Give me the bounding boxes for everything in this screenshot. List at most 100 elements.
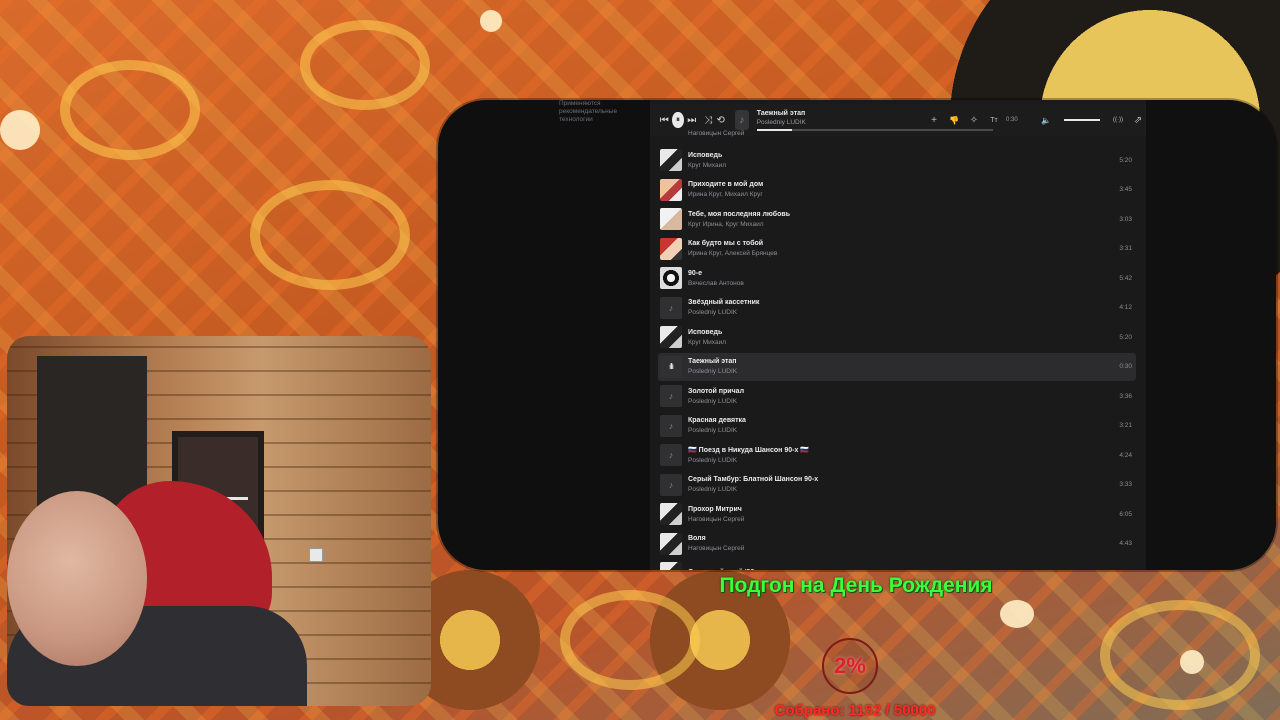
partial-track-artist: Наговицын Сергей (688, 130, 745, 137)
track-row[interactable]: Исповедь Круг Михаил 5:20 (658, 146, 1136, 174)
track-artist[interactable]: Posledniy LUDIK (688, 456, 1110, 465)
track-cover[interactable] (660, 237, 682, 260)
track-cover[interactable] (660, 178, 682, 201)
track-artist[interactable]: Ирина Круг, Михаил Круг (688, 190, 1110, 199)
track-row[interactable]: ıllı Таежный этап Posledniy LUDIK 0:30 (658, 352, 1136, 381)
track-cover[interactable] (660, 532, 682, 555)
track-duration: 4:24 (1119, 451, 1132, 459)
recommendation-notice: Применяются рекомендательные технологии (559, 100, 618, 123)
lyrics-icon[interactable]: Tт (986, 117, 1002, 124)
right-pane (1146, 100, 1276, 570)
track-artist[interactable]: Наговицын Сергей (688, 544, 1110, 553)
track-cover[interactable] (660, 503, 682, 525)
track-title[interactable]: Исповедь (688, 328, 1110, 338)
next-track-icon[interactable]: ⏭ (686, 111, 698, 129)
track-title[interactable]: Как будто мы с тобой (688, 239, 1110, 249)
progress-fill (756, 129, 793, 131)
music-note-icon[interactable]: ♪ (660, 296, 682, 319)
paint-splat (1180, 650, 1204, 674)
player-content: ⏮ ⏸ ⏭ ⤨ ⟲ ♪ Таежный этап Posledniy LUDIK… (650, 100, 1146, 570)
track-title[interactable]: Таежный этап (688, 357, 1110, 367)
track-meta: Озоновый слой '98 (688, 568, 1110, 570)
track-title[interactable]: 90-е (688, 269, 1110, 279)
elapsed-time: 0:30 (1006, 117, 1018, 123)
track-row[interactable]: ♪ Серый Тамбур: Блатной Шансон 90-х Posled… (658, 471, 1136, 499)
track-artist[interactable]: Posledniy LUDIK (688, 485, 1110, 494)
equalizer-icon[interactable]: ıllı (660, 355, 682, 378)
track-duration: 6:05 (1119, 510, 1132, 518)
track-row[interactable]: Воля Наговицын Сергей 4:43 (658, 530, 1136, 558)
track-title[interactable]: Озоновый слой '98 (688, 568, 1110, 570)
track-title[interactable]: Прохор Митрич (688, 505, 1110, 515)
music-note-icon[interactable]: ♪ (660, 385, 682, 407)
track-row[interactable]: Как будто мы с тобой Ирина Круг, Алексей … (658, 235, 1136, 263)
track-cover[interactable] (660, 208, 682, 230)
music-player-window: Применяются рекомендательные технологии … (438, 100, 1276, 570)
track-title[interactable]: 🇷🇺 Поезд в Никуда Шансон 90-х 🇷🇺 (688, 446, 1110, 456)
track-artist[interactable]: Ирина Круг, Алексей Брянцев (688, 249, 1110, 258)
track-artist[interactable]: Круг Михаил (688, 161, 1110, 170)
track-artist[interactable]: Posledniy LUDIK (688, 308, 1110, 317)
track-title[interactable]: Приходите в мой дом (688, 180, 1110, 190)
track-row[interactable]: Тебе, моя последняя любовь Круг Ирина, Кр… (658, 205, 1136, 233)
broadcast-icon[interactable]: ((·)) (1110, 117, 1126, 123)
track-row[interactable]: ♪ Звёздный кассетник Posledniy LUDIK 4:12 (658, 294, 1136, 322)
donation-percent: 2% (834, 653, 866, 678)
track-title[interactable]: Серый Тамбур: Блатной Шансон 90-х (688, 475, 1110, 485)
music-note-icon[interactable]: ♪ (660, 473, 682, 496)
track-title[interactable]: Воля (688, 534, 1110, 544)
track-cover[interactable] (660, 267, 682, 289)
track-cover[interactable] (660, 326, 682, 348)
webcam-feed (7, 336, 431, 706)
track-row[interactable]: ♪ 🇷🇺 Поезд в Никуда Шансон 90-х 🇷🇺 Posledn… (658, 441, 1136, 469)
track-duration: 4:12 (1119, 304, 1132, 311)
volume-icon[interactable]: 🔈 (1038, 116, 1054, 125)
track-row[interactable]: 90-е Вячеслав Антонов 5:42 (658, 264, 1136, 292)
music-note-icon[interactable]: ♪ (660, 414, 682, 437)
track-artist[interactable]: Наговицын Сергей (688, 515, 1110, 524)
track-cover[interactable] (660, 149, 682, 171)
track-meta: Таежный этап Posledniy LUDIK (688, 357, 1110, 376)
share-icon[interactable]: ⇗ (1130, 115, 1146, 126)
progress-bar[interactable] (756, 129, 993, 131)
track-title[interactable]: Исповедь (688, 151, 1110, 161)
track-meta: Воля Наговицын Сергей (688, 534, 1110, 553)
track-artist[interactable]: Posledniy LUDIK (688, 397, 1110, 406)
now-playing-cover: ♪ (734, 110, 749, 130)
dislike-icon[interactable]: 👎 (946, 116, 962, 125)
track-title[interactable]: Тебе, моя последняя любовь (688, 210, 1110, 220)
paint-splat (480, 10, 502, 32)
now-playing-artist[interactable]: Posledniy LUDIK (757, 119, 806, 126)
track-meta: Приходите в мой дом Ирина Круг, Михаил Кр… (688, 180, 1110, 199)
now-playing-title[interactable]: Таежный этап (757, 110, 806, 117)
volume-slider[interactable] (1064, 119, 1100, 121)
track-meta: Прохор Митрич Наговицын Сергей (688, 505, 1110, 524)
track-row[interactable]: ♪ Красная девятка Posledniy LUDIK 3:21 (658, 412, 1136, 440)
donation-progress-ring: 2% (822, 638, 878, 694)
background-swirl (560, 590, 700, 690)
track-title[interactable]: Золотой причал (688, 387, 1110, 397)
add-icon[interactable]: + (926, 115, 942, 126)
track-row[interactable]: Приходите в мой дом Ирина Круг, Михаил Кр… (658, 176, 1136, 204)
track-row[interactable]: Озоновый слой '98 (658, 559, 1136, 570)
track-duration: 5:20 (1119, 156, 1132, 164)
track-artist[interactable]: Круг Ирина, Круг Михаил (688, 220, 1110, 229)
background-swirl (1100, 600, 1260, 710)
repeat-icon[interactable]: ⟲ (714, 111, 726, 129)
track-artist[interactable]: Posledniy LUDIK (688, 367, 1110, 376)
track-row[interactable]: ♪ Золотой причал Posledniy LUDIK 3:36 (658, 382, 1136, 410)
track-artist[interactable]: Вячеслав Антонов (688, 279, 1110, 288)
sparkle-icon[interactable]: ✧ (966, 115, 982, 126)
track-title[interactable]: Звёздный кассетник (688, 298, 1110, 308)
previous-track-icon[interactable]: ⏮ (658, 111, 670, 129)
track-cover[interactable] (660, 562, 682, 570)
music-note-icon[interactable]: ♪ (660, 444, 682, 466)
pause-button[interactable]: ⏸ (672, 112, 684, 128)
track-row[interactable]: Прохор Митрич Наговицын Сергей 6:05 (658, 500, 1136, 528)
track-title[interactable]: Красная девятка (688, 416, 1110, 426)
track-duration: 3:33 (1119, 481, 1132, 488)
shuffle-icon[interactable]: ⤨ (702, 111, 714, 129)
track-artist[interactable]: Posledniy LUDIK (688, 426, 1110, 435)
track-row[interactable]: Исповедь Круг Михаил 5:20 (658, 323, 1136, 351)
track-artist[interactable]: Круг Михаил (688, 338, 1110, 347)
